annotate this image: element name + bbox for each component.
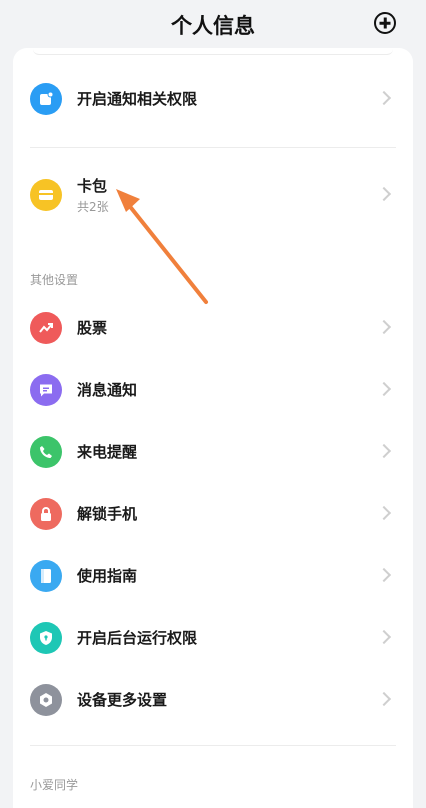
row-label: 卡包 [77, 177, 108, 195]
chevron-right-icon [376, 186, 392, 202]
lock-icon [30, 498, 62, 530]
page-title: 个人信息 [171, 14, 255, 38]
row-unlock-phone[interactable]: 解锁手机 [13, 483, 413, 545]
row-user-guide[interactable]: 使用指南 [13, 545, 413, 607]
chevron-right-icon [376, 629, 392, 645]
row-sublabel: 共2张 [77, 200, 109, 214]
chevron-right-icon [376, 319, 392, 335]
row-label: 使用指南 [77, 567, 138, 585]
row-label: 解锁手机 [77, 505, 138, 523]
message-icon [30, 374, 62, 406]
divider [30, 147, 396, 148]
divider [30, 745, 396, 746]
stock-chart-icon [30, 312, 62, 344]
content-card: 开启通知相关权限 卡包 共2张 其他设置 股票 消息通知 来电提醒 解锁手机 使… [13, 48, 413, 808]
guide-icon [30, 560, 62, 592]
chevron-right-icon [376, 381, 392, 397]
row-message-notification[interactable]: 消息通知 [13, 359, 413, 421]
phone-icon [30, 436, 62, 468]
chevron-right-icon [376, 567, 392, 583]
row-background-permission[interactable]: 开启后台运行权限 [13, 607, 413, 669]
row-label: 设备更多设置 [77, 691, 168, 709]
row-label: 消息通知 [77, 381, 138, 399]
add-button[interactable] [374, 12, 396, 34]
row-label: 开启后台运行权限 [77, 629, 198, 647]
row-label: 来电提醒 [77, 443, 138, 461]
row-device-more-settings[interactable]: 设备更多设置 [13, 669, 413, 731]
notification-icon [30, 83, 62, 115]
row-card-wallet[interactable]: 卡包 共2张 [13, 164, 413, 226]
shield-icon [30, 622, 62, 654]
chevron-right-icon [376, 90, 392, 106]
row-call-reminder[interactable]: 来电提醒 [13, 421, 413, 483]
chevron-right-icon [376, 691, 392, 707]
section-header-other: 其他设置 [30, 273, 79, 287]
row-notification-permission[interactable]: 开启通知相关权限 [13, 68, 413, 130]
section-header-xiaoai: 小爱同学 [30, 778, 79, 792]
wallet-icon [30, 179, 62, 211]
row-stocks[interactable]: 股票 [13, 297, 413, 359]
top-strip [33, 48, 393, 55]
row-label: 股票 [77, 319, 108, 337]
settings-icon [30, 684, 62, 716]
chevron-right-icon [376, 505, 392, 521]
header: 个人信息 [0, 0, 426, 48]
chevron-right-icon [376, 443, 392, 459]
row-label: 开启通知相关权限 [77, 90, 198, 108]
